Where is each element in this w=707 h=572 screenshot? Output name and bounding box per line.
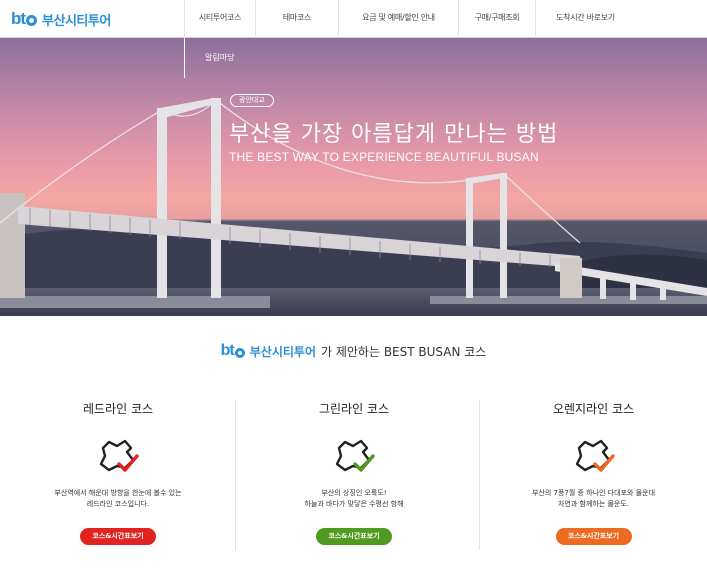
- main-nav: 시티투어코스 테마코스 요금 및 예매/할인 안내 구매/구매조회 도착시간 바…: [184, 0, 635, 38]
- map-check-icon: [335, 439, 375, 472]
- course-schedule-button[interactable]: 코스&시간표보기: [80, 528, 156, 545]
- course-desc: 부산의 7풍7월 중 하나인 다대포와 몰운대자연과 함께하는 몰운도.: [480, 488, 707, 510]
- nav-item-fare-booking[interactable]: 요금 및 예매/할인 안내: [338, 0, 458, 38]
- bridge-illustration: [0, 98, 707, 316]
- nav-item-purchase[interactable]: 구매/구매조회: [458, 0, 535, 38]
- hero-title: 부산을 가장 아름답게 만나는 방법: [229, 122, 559, 147]
- course-desc-line1: 부산역에서 해운대 방향을 한눈에 볼수 있는: [54, 489, 182, 497]
- intro-text: 가 제안하는 BEST BUSAN 코스: [321, 344, 487, 359]
- map-check-icon: [99, 439, 139, 472]
- hero-banner: 광안대교 부산을 가장 아름답게 만나는 방법 THE BEST WAY TO …: [0, 38, 707, 316]
- course-desc-line2: 하늘과 바다가 맞닿은 수평선 항해: [304, 500, 404, 508]
- course-title: 레드라인 코스: [82, 402, 154, 416]
- course-desc: 부산의 상징인 오륙도! 하늘과 바다가 맞닿은 수평선 항해: [236, 488, 472, 510]
- course-card-orange: 오렌지라인 코스 부산의 7풍7월 중 하나인 다대포와 몰운대자연과 함께하는…: [480, 392, 707, 562]
- course-title: 오렌지라인 코스: [552, 402, 635, 416]
- hero-subtitle: THE BEST WAY TO EXPERIENCE BEAUTIFUL BUS…: [229, 150, 539, 164]
- logo-circle-icon: [26, 15, 38, 26]
- course-desc-line2: 레드라인 코스입니다.: [86, 500, 150, 508]
- course-list: 레드라인 코스 부산역에서 해운대 방향을 한눈에 볼수 있는레드라인 코스입니…: [0, 392, 707, 562]
- course-schedule-button[interactable]: 코스&시간표보기: [316, 528, 392, 545]
- intro-heading: bt 부산시티투어 가 제안하는 BEST BUSAN 코스: [0, 342, 707, 360]
- submenu-item-notice[interactable]: 알림마당: [205, 52, 234, 63]
- site-header: bt 부산시티투어 시티투어코스 테마코스 요금 및 예매/할인 안내 구매/구…: [0, 0, 707, 38]
- course-desc: 부산역에서 해운대 방향을 한눈에 볼수 있는레드라인 코스입니다.: [0, 488, 236, 510]
- logo-name: 부산시티투어: [42, 13, 111, 29]
- intro-logo-mark: bt: [220, 342, 235, 359]
- course-schedule-button[interactable]: 코스&시간표보기: [555, 528, 632, 545]
- nav-item-city-tour-course[interactable]: 시티투어코스: [184, 0, 255, 38]
- intro-brand: 부산시티투어: [249, 344, 316, 359]
- course-card-green: 그린라인 코스 부산의 상징인 오륙도! 하늘과 바다가 맞닿은 수평선 항해 코…: [236, 392, 480, 562]
- course-card-red: 레드라인 코스 부산역에서 해운대 방향을 한눈에 볼수 있는레드라인 코스입니…: [0, 392, 236, 562]
- nav-submenu: 알림마당: [184, 38, 244, 78]
- course-title: 그린라인 코스: [318, 402, 390, 416]
- site-logo[interactable]: bt 부산시티투어: [11, 9, 111, 29]
- intro-logo-circle-icon: [234, 347, 245, 358]
- hero-badge: 광안대교: [230, 94, 274, 107]
- nav-item-arrival-time[interactable]: 도착시간 바로보기: [535, 0, 635, 38]
- course-desc-line2: 자연과 함께하는 몰운도.: [557, 500, 630, 508]
- nav-item-theme-course[interactable]: 테마코스: [255, 0, 338, 38]
- map-check-icon: [575, 439, 615, 472]
- logo-mark: bt: [11, 9, 26, 28]
- course-desc-line1: 부산의 7풍7월 중 하나인 다대포와 몰운대: [531, 489, 656, 497]
- course-desc-line1: 부산의 상징인 오륙도!: [321, 489, 387, 497]
